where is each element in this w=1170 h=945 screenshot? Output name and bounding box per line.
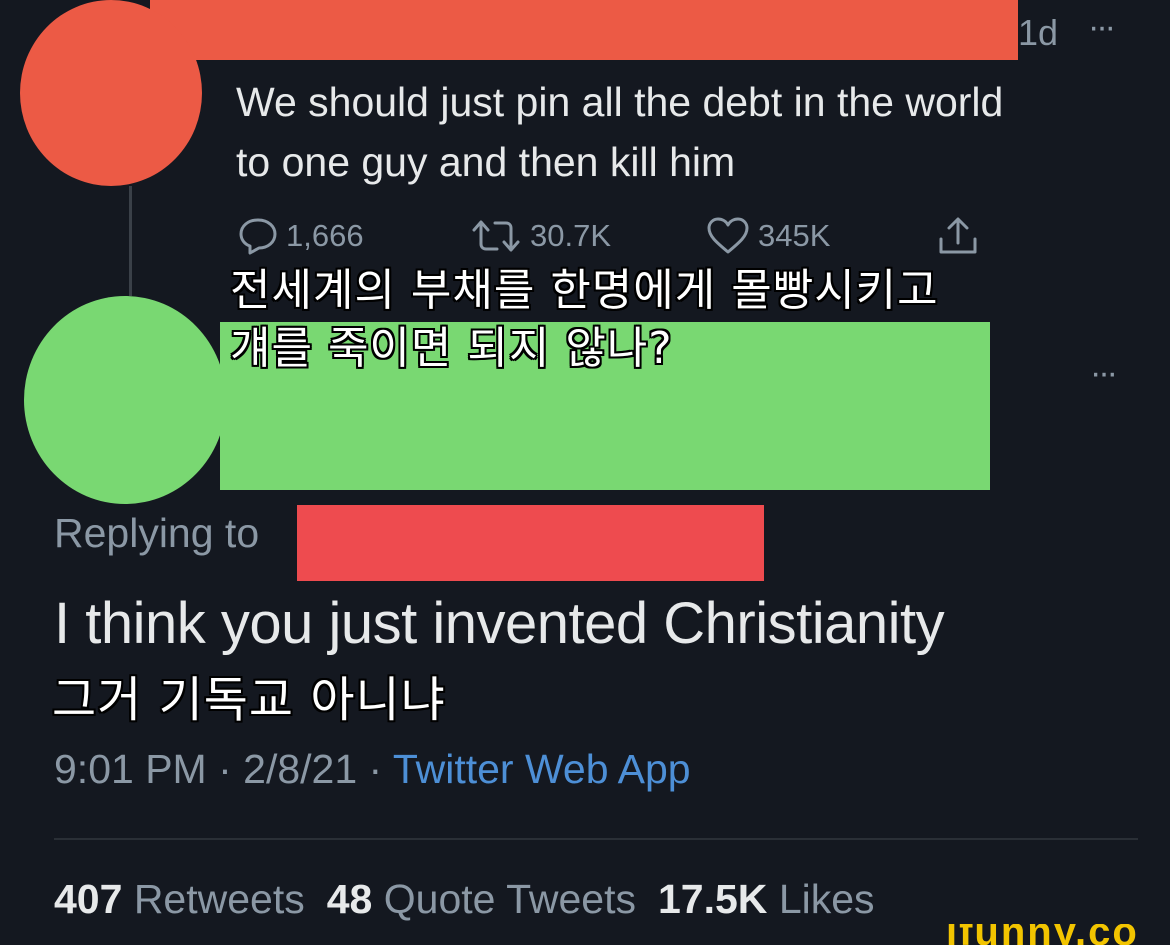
like-button[interactable]: 345K bbox=[706, 216, 830, 256]
like-total: 17.5K bbox=[658, 876, 768, 922]
quote-total: 48 bbox=[326, 876, 373, 922]
divider bbox=[54, 838, 1138, 840]
quote-tweets-label: Quote Tweets bbox=[383, 876, 636, 922]
source-app-link[interactable]: Twitter Web App bbox=[393, 746, 691, 792]
thread-line bbox=[129, 186, 132, 296]
tweet-text: We should just pin all the debt in the w… bbox=[236, 72, 1156, 192]
like-icon bbox=[707, 217, 749, 254]
redacted-avatar bbox=[20, 0, 202, 186]
subtitle-line: 전세계의 부채를 한명에게 몰빵시키고 bbox=[230, 265, 939, 316]
redacted-reply-handle bbox=[297, 505, 764, 581]
likes-stat[interactable]: 17.5K Likes bbox=[658, 876, 875, 922]
retweet-button[interactable]: 30.7K bbox=[470, 216, 611, 256]
retweet-icon bbox=[472, 220, 520, 252]
watermark-text: ifunny.co bbox=[946, 924, 1139, 945]
share-icon bbox=[939, 217, 977, 254]
meta-separator: · bbox=[357, 746, 393, 792]
replying-to-label: Replying to bbox=[54, 510, 260, 556]
redacted-avatar bbox=[24, 296, 226, 504]
tweet-text-line: to one guy and then kill him bbox=[236, 139, 736, 185]
reply-icon bbox=[239, 218, 277, 255]
redacted-display-name bbox=[150, 0, 1018, 60]
share-button[interactable] bbox=[936, 216, 988, 256]
tweet-stats: 407 Retweets 48 Quote Tweets 17.5K Likes bbox=[54, 876, 875, 923]
retweet-count: 30.7K bbox=[530, 218, 612, 253]
reply-count: 1,666 bbox=[286, 218, 364, 253]
reply-button[interactable]: 1,666 bbox=[238, 216, 364, 256]
like-count: 345K bbox=[758, 218, 831, 253]
watermark: ifunny.co bbox=[938, 924, 1170, 945]
subtitle-line: 걔를 죽이면 되지 않나? bbox=[230, 323, 673, 374]
korean-subtitle: 전세계의 부채를 한명에게 몰빵시키고 걔를 죽이면 되지 않나? bbox=[230, 262, 1160, 378]
korean-subtitle: 그거 기독교 아니냐 bbox=[52, 672, 446, 728]
tweet-date[interactable]: 2/8/21 bbox=[243, 746, 357, 792]
tweet-timestamp[interactable]: 1d bbox=[1018, 12, 1058, 54]
tweet-meta: 9:01 PM · 2/8/21 · Twitter Web App bbox=[54, 746, 691, 793]
likes-label: Likes bbox=[778, 876, 875, 922]
retweet-total: 407 bbox=[54, 876, 123, 922]
quote-tweets-stat[interactable]: 48 Quote Tweets bbox=[327, 876, 636, 922]
tweet-time[interactable]: 9:01 PM bbox=[54, 746, 207, 792]
retweets-label: Retweets bbox=[133, 876, 305, 922]
retweets-stat[interactable]: 407 Retweets bbox=[54, 876, 305, 922]
reply-tweet-text: I think you just invented Christianity bbox=[54, 591, 945, 656]
tweet-text-line: We should just pin all the debt in the w… bbox=[236, 79, 1004, 125]
more-options-icon[interactable]: ··· bbox=[1088, 8, 1116, 47]
meta-separator: · bbox=[206, 746, 244, 792]
